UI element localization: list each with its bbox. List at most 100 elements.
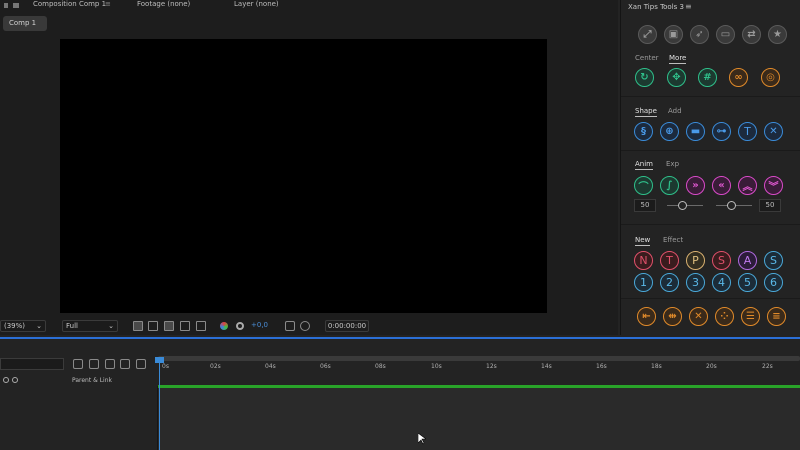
tick-label: 06s	[320, 363, 331, 370]
tab-exp[interactable]: Exp	[666, 160, 679, 168]
close-icon[interactable]: ✕	[689, 307, 708, 326]
parent-link-column-label: Parent & Link	[72, 377, 112, 384]
new-text-button[interactable]: T	[660, 251, 679, 270]
color-channel-icon[interactable]	[220, 322, 228, 330]
tick-label: 16s	[596, 363, 607, 370]
exposure-reset-icon[interactable]	[236, 322, 244, 330]
new-shape-button[interactable]: S	[764, 251, 783, 270]
text-icon[interactable]: T	[738, 122, 757, 141]
audio-icon[interactable]	[12, 377, 18, 383]
add-shape-icon[interactable]: ⊕	[660, 122, 679, 141]
new-adjustment-button[interactable]: A	[738, 251, 757, 270]
eye-icon[interactable]	[3, 377, 9, 383]
infinity-icon[interactable]: ∞	[729, 68, 748, 87]
tick-label: 18s	[651, 363, 662, 370]
grid-icon[interactable]	[196, 321, 206, 331]
swap-icon[interactable]: ⇄	[742, 25, 761, 44]
hash-icon[interactable]: #	[698, 68, 717, 87]
forward-icon[interactable]: »	[686, 176, 705, 195]
exposure-value[interactable]: +0,0	[251, 321, 268, 329]
resolution-select[interactable]: Full ⌄	[62, 320, 118, 332]
preset-1-button[interactable]: 1	[634, 273, 653, 292]
dots-grid-icon[interactable]: ⁘	[715, 307, 734, 326]
anim-value-left[interactable]: 50	[634, 199, 656, 212]
path-icon[interactable]: §	[634, 122, 653, 141]
target-icon[interactable]: ◎	[761, 68, 780, 87]
list-icon[interactable]: ≡	[767, 307, 786, 326]
tab-composition[interactable]: Composition Comp 1	[33, 0, 106, 10]
mask-visibility-icon[interactable]	[164, 321, 174, 331]
cross-arrows-icon[interactable]: ✕	[764, 122, 783, 141]
tab-effect[interactable]: Effect	[663, 236, 683, 244]
pin-icon[interactable]: ➶	[690, 25, 709, 44]
tab-footage[interactable]: Footage (none)	[137, 0, 190, 10]
preset-6-button[interactable]: 6	[764, 273, 783, 292]
chevron-down-icon[interactable]: ︾	[764, 176, 783, 195]
rounded-rect-icon[interactable]: ▬	[686, 122, 705, 141]
ease-in-icon[interactable]: ⌒	[634, 176, 653, 195]
new-null-button[interactable]: N	[634, 251, 653, 270]
new-precomp-button[interactable]: P	[686, 251, 705, 270]
ease-curve-icon[interactable]: ∫	[660, 176, 679, 195]
anim-slider-left-knob[interactable]	[678, 201, 687, 210]
tab-new[interactable]: New	[635, 236, 651, 246]
folder-icon[interactable]: ▭	[716, 25, 735, 44]
tab-add[interactable]: Add	[668, 107, 682, 115]
tick-label: 08s	[375, 363, 386, 370]
region-of-interest-icon[interactable]	[133, 321, 143, 331]
section-divider	[621, 224, 800, 225]
draft-3d-icon[interactable]	[89, 359, 99, 369]
tab-anim[interactable]: Anim	[635, 160, 653, 170]
shy-layers-icon[interactable]	[105, 359, 115, 369]
layer-list[interactable]	[0, 386, 158, 450]
tick-label: 14s	[541, 363, 552, 370]
star-icon[interactable]: ★	[768, 25, 787, 44]
mouse-cursor-icon	[417, 432, 427, 447]
composition-viewer[interactable]	[60, 39, 547, 313]
new-solid-button[interactable]: S	[712, 251, 731, 270]
tick-label: 04s	[265, 363, 276, 370]
chevron-down-icon: ⌄	[108, 322, 114, 330]
zoom-select[interactable]: (39%) ⌄	[0, 320, 46, 332]
panel-menu-icon[interactable]: ≡	[105, 0, 111, 10]
playhead-line[interactable]	[159, 357, 160, 450]
panel-menu-icon[interactable]: ≡	[685, 2, 692, 11]
show-snapshot-icon[interactable]	[300, 321, 310, 331]
image-icon[interactable]: ▣	[664, 25, 683, 44]
motion-blur-icon[interactable]	[120, 359, 130, 369]
sort-icon[interactable]: ☰	[741, 307, 760, 326]
connect-icon[interactable]: ⊶	[712, 122, 731, 141]
work-area-bar[interactable]	[158, 385, 800, 388]
tab-layer[interactable]: Layer (none)	[234, 0, 279, 10]
timeline-search-input[interactable]	[0, 358, 64, 370]
comp-1-tab[interactable]: Comp 1	[3, 16, 47, 31]
preset-4-button[interactable]: 4	[712, 273, 731, 292]
chevron-up-icon[interactable]: ︽	[738, 176, 757, 195]
section-divider	[621, 150, 800, 151]
align-left-icon[interactable]: ⇤	[637, 307, 656, 326]
current-time-display[interactable]: 0:00:00:00	[325, 320, 369, 332]
anim-slider-right-knob[interactable]	[727, 201, 736, 210]
preset-5-button[interactable]: 5	[738, 273, 757, 292]
preset-2-button[interactable]: 2	[660, 273, 679, 292]
timeline-track-area[interactable]	[158, 386, 800, 450]
timeline-panel: Parent & Link 0s 02s 04s 06s 08s 10s 12s…	[0, 339, 800, 450]
backward-icon[interactable]: «	[712, 176, 731, 195]
expand-arrows-icon[interactable]: ✥	[667, 68, 686, 87]
anim-value-right[interactable]: 50	[759, 199, 781, 212]
transparency-grid-icon[interactable]	[148, 321, 158, 331]
tab-center[interactable]: Center	[635, 54, 659, 62]
split-icon[interactable]: ⇹	[663, 307, 682, 326]
refresh-icon[interactable]: ↻	[635, 68, 654, 87]
tab-more[interactable]: More	[669, 54, 687, 64]
tab-shape[interactable]: Shape	[635, 107, 657, 117]
panel-title: Xan Tips Tools 3	[628, 3, 684, 11]
time-ruler[interactable]: 0s 02s 04s 06s 08s 10s 12s 14s 16s 18s 2…	[158, 362, 800, 376]
comp-flowchart-icon[interactable]	[73, 359, 83, 369]
guides-icon[interactable]	[180, 321, 190, 331]
graph-editor-icon[interactable]	[136, 359, 146, 369]
camera-snapshot-icon[interactable]	[285, 321, 295, 331]
preset-3-button[interactable]: 3	[686, 273, 705, 292]
fullscreen-icon[interactable]: ⤢	[638, 25, 657, 44]
time-navigator-bar[interactable]	[158, 356, 800, 361]
